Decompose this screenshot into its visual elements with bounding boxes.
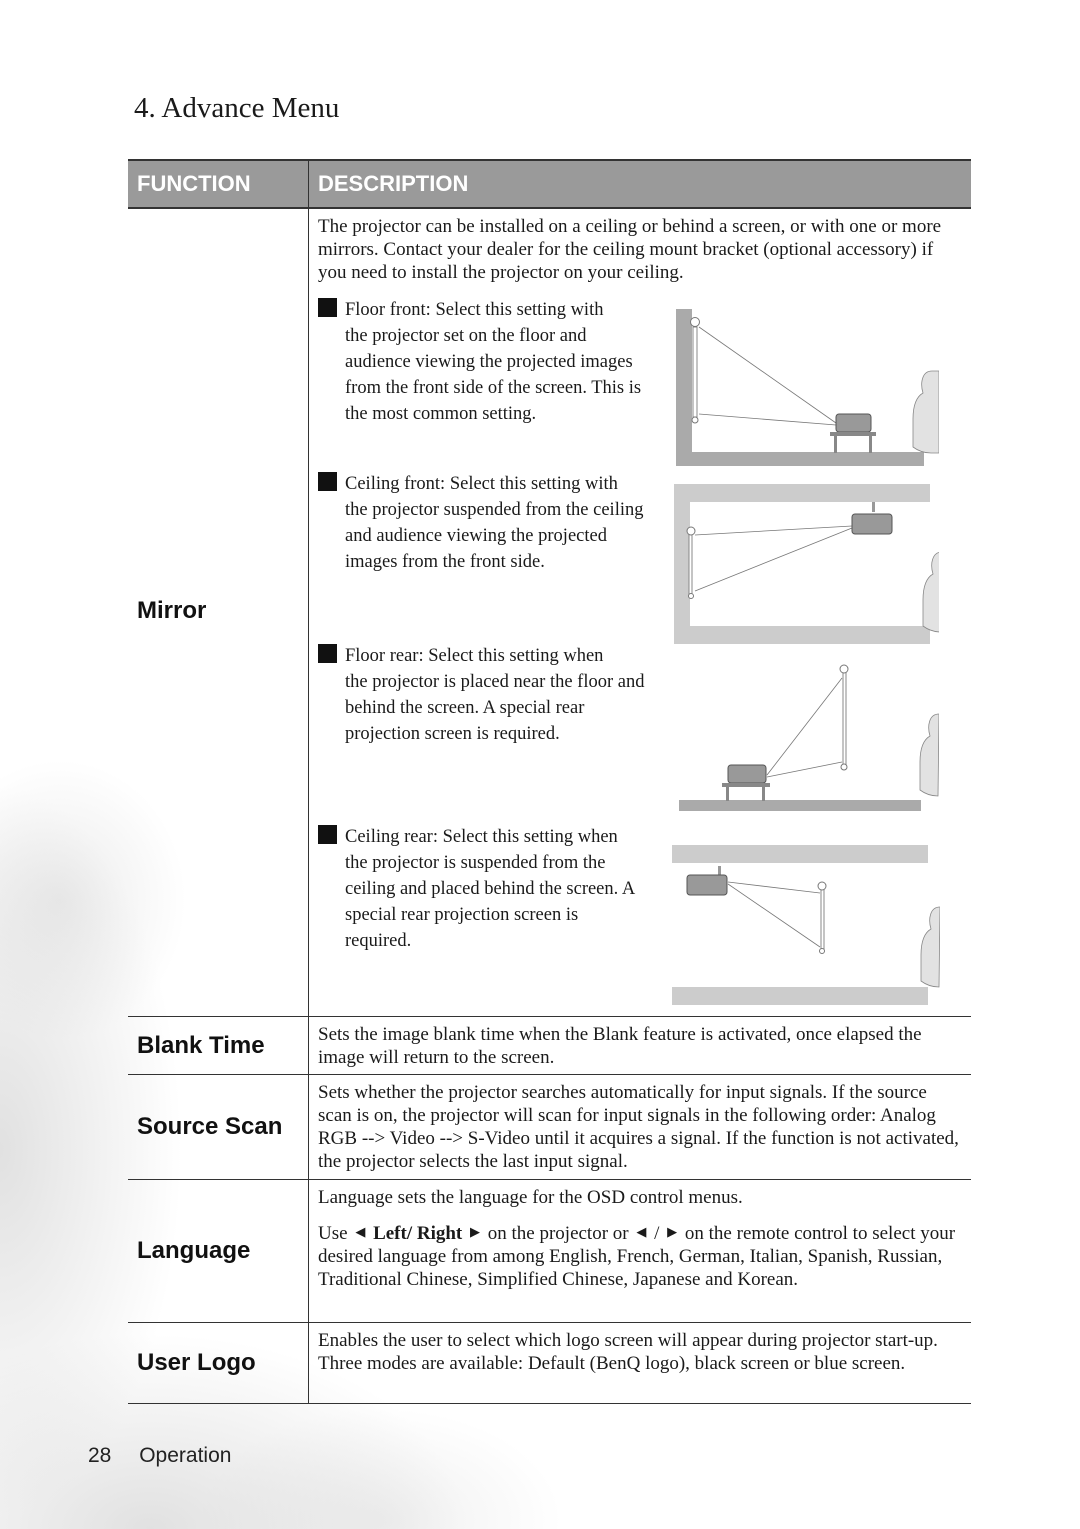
function-name: Mirror xyxy=(128,209,309,1016)
ceiling xyxy=(674,484,930,502)
table-leg xyxy=(726,787,729,801)
text-mid: on the projector or xyxy=(487,1223,629,1244)
table-header: FUNCTION DESCRIPTION xyxy=(128,159,971,209)
option-text: the projector is suspended from the ceil… xyxy=(345,853,635,951)
wall xyxy=(676,309,692,466)
mirror-intro: The projector can be installed on a ceil… xyxy=(318,216,942,283)
option-lead: Floor front: Select this setting with xyxy=(345,300,604,320)
projector xyxy=(686,874,728,896)
table-row-user-logo: User Logo Enables the user to select whi… xyxy=(128,1323,971,1404)
wall xyxy=(674,484,690,644)
projection-ray xyxy=(694,527,853,592)
square-bullet-icon xyxy=(318,825,337,844)
table-leg xyxy=(834,436,837,453)
table-row-language: Language Language sets the language for … xyxy=(128,1180,971,1323)
table xyxy=(722,783,770,787)
left-arrow-icon: ◀ xyxy=(636,1224,647,1239)
floor-front-diagram xyxy=(676,309,939,466)
option-text: the projector is placed near the floor a… xyxy=(345,672,645,744)
projection-ray xyxy=(766,761,843,778)
page-footer: 28 Operation xyxy=(88,1444,231,1468)
floor xyxy=(672,987,928,1005)
square-bullet-icon xyxy=(318,472,337,491)
option-lead: Ceiling rear: Select this setting when xyxy=(345,827,618,847)
screen-bottom xyxy=(688,593,694,599)
option-lead: Ceiling front: Select this setting with xyxy=(345,474,618,494)
floor xyxy=(674,626,930,644)
screen-roller xyxy=(690,317,700,327)
option-text: the projector set on the floor and audie… xyxy=(345,326,642,424)
function-description: The projector can be installed on a ceil… xyxy=(309,209,971,1016)
audience-silhouette xyxy=(922,552,939,633)
table-row-source-scan: Source Scan Sets whether the projector s… xyxy=(128,1075,971,1180)
screen-bottom xyxy=(840,763,848,771)
function-description: Language sets the language for the OSD c… xyxy=(309,1180,971,1322)
floor xyxy=(676,452,924,466)
advance-menu-table: FUNCTION DESCRIPTION Mirror The projecto… xyxy=(128,159,971,1404)
function-description: Sets whether the projector searches auto… xyxy=(318,1082,959,1172)
square-bullet-icon xyxy=(318,644,337,663)
projector xyxy=(835,413,872,433)
screen-bottom xyxy=(691,416,699,424)
function-name: User Logo xyxy=(128,1323,309,1403)
header-description: DESCRIPTION xyxy=(318,171,469,196)
screen-roller xyxy=(839,664,849,674)
function-name: Blank Time xyxy=(128,1017,309,1074)
projection-screen xyxy=(842,670,847,767)
audience-silhouette xyxy=(920,906,940,988)
function-description: Enables the user to select which logo sc… xyxy=(318,1330,938,1374)
square-bullet-icon xyxy=(318,298,337,317)
screen-roller xyxy=(686,526,696,536)
projection-ray xyxy=(727,881,821,894)
table xyxy=(830,432,876,436)
screen-roller xyxy=(817,881,827,891)
header-function: FUNCTION xyxy=(128,161,309,207)
key-label-left-right: Left/ Right xyxy=(373,1223,463,1244)
text-use: Use xyxy=(318,1223,348,1244)
function-name: Source Scan xyxy=(128,1075,309,1179)
audience-silhouette xyxy=(912,370,939,454)
page-number: 28 xyxy=(88,1444,112,1467)
function-name: Language xyxy=(128,1180,309,1322)
language-para-1: Language sets the language for the OSD c… xyxy=(318,1187,743,1208)
table-row-blank-time: Blank Time Sets the image blank time whe… xyxy=(128,1017,971,1075)
floor-rear-diagram xyxy=(679,664,939,811)
projection-ray xyxy=(766,677,843,776)
projector xyxy=(851,513,893,535)
language-para-2: Use ◀ Left/ Right ▶ on the projector or … xyxy=(318,1220,961,1291)
mirror-option-floor-rear: Floor rear: Select this setting when the… xyxy=(318,643,648,747)
option-text: the projector suspended from the ceiling… xyxy=(345,500,644,572)
ceiling-rear-diagram xyxy=(672,845,940,1005)
mirror-option-ceiling-rear: Ceiling rear: Select this setting when t… xyxy=(318,824,648,954)
audience-silhouette xyxy=(919,713,939,797)
table-leg xyxy=(869,436,872,453)
table-row-mirror: Mirror The projector can be installed on… xyxy=(128,209,971,1017)
projection-screen xyxy=(692,326,698,418)
projection-screen xyxy=(688,531,693,595)
section-title: 4. Advance Menu xyxy=(134,92,340,124)
mirror-option-floor-front: Floor front: Select this setting with th… xyxy=(318,297,648,427)
footer-section: Operation xyxy=(139,1444,232,1467)
projection-ray xyxy=(694,525,853,536)
option-lead: Floor rear: Select this setting when xyxy=(345,646,604,666)
floor xyxy=(679,800,921,811)
mirror-option-ceiling-front: Ceiling front: Select this setting with … xyxy=(318,471,648,575)
text-slash: / xyxy=(654,1223,660,1244)
projection-ray xyxy=(727,883,821,948)
right-arrow-icon: ▶ xyxy=(470,1224,480,1239)
screen-bottom xyxy=(819,948,825,954)
projection-ray xyxy=(698,413,837,426)
projection-ray xyxy=(698,326,837,424)
function-description: Sets the image blank time when the Blank… xyxy=(318,1024,922,1068)
projector xyxy=(727,764,767,784)
table-leg xyxy=(762,787,765,801)
projection-screen xyxy=(820,887,825,951)
left-arrow-icon: ◀ xyxy=(355,1224,366,1239)
ceiling-front-diagram xyxy=(674,484,939,644)
ceiling xyxy=(672,845,928,863)
right-arrow-icon: ▶ xyxy=(667,1224,678,1239)
ceiling-mount xyxy=(872,502,875,512)
